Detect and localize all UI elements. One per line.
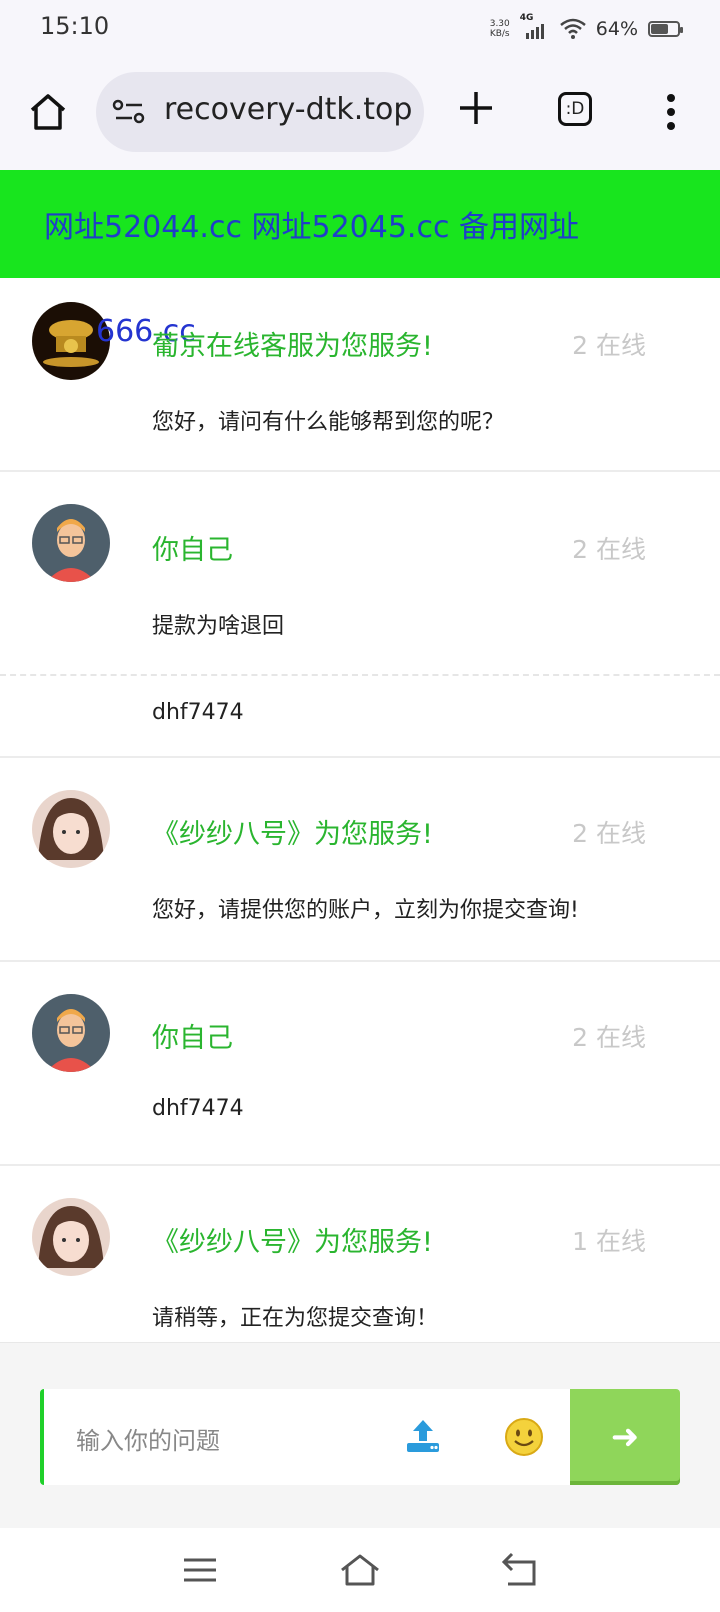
sender-name: 你自己 bbox=[152, 535, 233, 566]
url-text: recovery-dtk.top bbox=[164, 92, 413, 127]
network-speed: 3.30 KB/s bbox=[490, 19, 510, 39]
status-time: 15:10 bbox=[40, 12, 110, 40]
battery-icon bbox=[648, 21, 683, 37]
new-tab-icon[interactable] bbox=[456, 88, 496, 128]
online-count: 2 在线 bbox=[572, 1023, 646, 1052]
message-text: dhf7474 bbox=[152, 1096, 244, 1121]
status-indicators: 3.30 KB/s 4G 64% bbox=[490, 13, 683, 44]
message-text: 您好，请问有什么能够帮到您的呢？ bbox=[152, 410, 505, 435]
online-count: 2 在线 bbox=[572, 535, 646, 564]
chat-message: 666.cc 葡京在线客服为您服务! 2 在线 您好，请问有什么能够帮到您的呢？ bbox=[0, 278, 720, 472]
recents-menu-icon[interactable] bbox=[178, 1548, 222, 1592]
browser-toolbar: recovery-dtk.top :D bbox=[0, 58, 720, 170]
chat-message: 《纱纱八号》为您服务! 1 在线 请稍等，正在为您提交查询！ bbox=[0, 1166, 720, 1342]
message-text: dhf7474 bbox=[152, 700, 244, 725]
emoji-icon[interactable] bbox=[504, 1417, 544, 1457]
tab-switcher-button[interactable]: :D bbox=[558, 92, 592, 126]
address-bar[interactable]: recovery-dtk.top bbox=[96, 72, 424, 152]
home-nav-icon[interactable] bbox=[338, 1548, 382, 1592]
send-button[interactable]: ➜ bbox=[570, 1389, 680, 1485]
signal-icon: 4G bbox=[520, 13, 550, 41]
url-banner: 网址52044.cc 网址52045.cc 备用网址 bbox=[0, 170, 720, 278]
more-menu-icon[interactable] bbox=[664, 92, 678, 132]
system-nav-bar bbox=[0, 1528, 720, 1612]
sender-name: 《纱纱八号》为您服务! bbox=[152, 1227, 433, 1258]
input-bar: 输入你的问题 ➜ bbox=[0, 1342, 720, 1529]
avatar-agent bbox=[32, 790, 110, 868]
sender-name: 你自己 bbox=[152, 1023, 233, 1054]
sender-name: 《纱纱八号》为您服务! bbox=[152, 819, 433, 850]
input-placeholder: 输入你的问题 bbox=[76, 1427, 220, 1455]
message-text: 请稍等，正在为您提交查询！ bbox=[152, 1306, 439, 1331]
avatar-user bbox=[32, 994, 110, 1072]
message-divider bbox=[0, 674, 720, 676]
network-speed-unit: KB/s bbox=[489, 29, 510, 39]
status-bar: 15:10 3.30 KB/s 4G 64% bbox=[0, 0, 720, 58]
site-settings-icon[interactable] bbox=[112, 98, 146, 126]
avatar-user bbox=[32, 504, 110, 582]
avatar-agent bbox=[32, 1198, 110, 1276]
banner-text: 网址52044.cc 网址52045.cc 备用网址 bbox=[44, 210, 579, 245]
home-icon[interactable] bbox=[24, 88, 72, 136]
message-text: 提款为啥退回 bbox=[152, 614, 285, 639]
battery-percent: 64% bbox=[595, 18, 638, 40]
online-count: 2 在线 bbox=[572, 819, 646, 848]
message-input[interactable]: 输入你的问题 bbox=[40, 1389, 570, 1485]
chat-message: 你自己 2 在线 dhf7474 bbox=[0, 962, 720, 1166]
online-count: 1 在线 bbox=[572, 1227, 646, 1256]
message-text: 您好，请提供您的账户，立刻为你提交查询! bbox=[152, 898, 579, 923]
upload-icon[interactable] bbox=[404, 1417, 442, 1455]
network-speed-value: 3.30 bbox=[489, 19, 510, 29]
online-count: 2 在线 bbox=[572, 331, 646, 360]
chat-message: 你自己 2 在线 提款为啥退回 dhf7474 bbox=[0, 472, 720, 758]
sender-name: 葡京在线客服为您服务! bbox=[152, 331, 433, 362]
chat-message: 《纱纱八号》为您服务! 2 在线 您好，请提供您的账户，立刻为你提交查询! bbox=[0, 758, 720, 962]
wifi-icon bbox=[559, 18, 586, 39]
back-nav-icon[interactable] bbox=[498, 1548, 542, 1592]
chat-list[interactable]: 666.cc 葡京在线客服为您服务! 2 在线 您好，请问有什么能够帮到您的呢？… bbox=[0, 278, 720, 1342]
